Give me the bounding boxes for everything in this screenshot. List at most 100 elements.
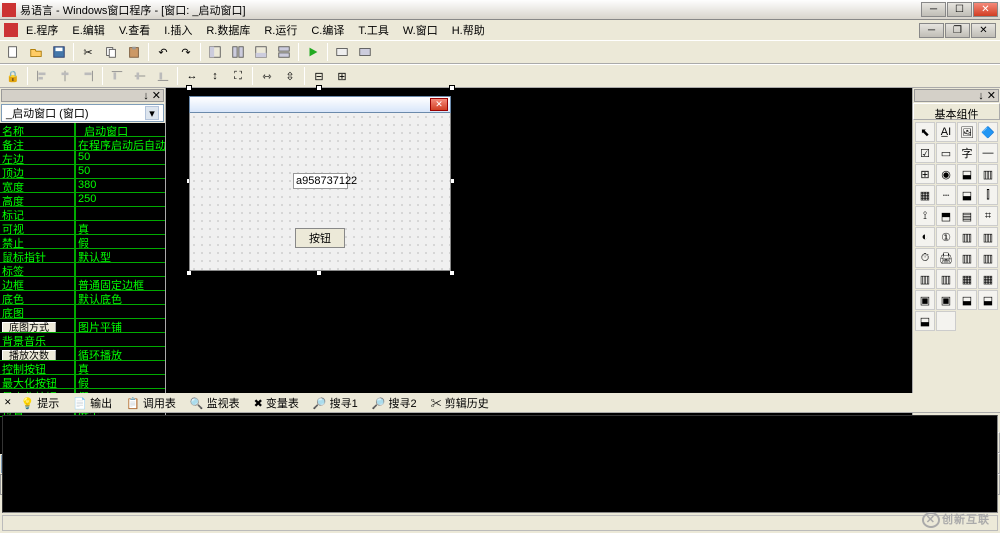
property-row[interactable]: 底色默认底色	[0, 291, 165, 305]
close-button[interactable]: ✕	[973, 2, 998, 17]
same-height-icon[interactable]: ↕	[204, 66, 226, 86]
palette-component-icon[interactable]: ▥	[957, 248, 977, 268]
property-row[interactable]: 底图	[0, 305, 165, 319]
palette-component-icon[interactable]: ▤	[957, 206, 977, 226]
menu-program[interactable]: E.程序	[20, 20, 64, 40]
property-value[interactable]: 50	[75, 151, 165, 165]
property-value[interactable]	[75, 263, 165, 277]
tab-hint[interactable]: 💡 提示	[16, 393, 65, 413]
tab-watch[interactable]: 🔍 监视表	[185, 393, 245, 413]
toggle1-icon[interactable]	[331, 42, 353, 62]
layout1-icon[interactable]	[204, 42, 226, 62]
property-value[interactable]: 假	[75, 375, 165, 389]
property-row[interactable]: 标签	[0, 263, 165, 277]
palette-component-icon[interactable]: ▥	[915, 269, 935, 289]
property-value[interactable]: 普通固定边框	[75, 277, 165, 291]
property-value[interactable]: 真	[75, 361, 165, 375]
menu-view[interactable]: V.查看	[113, 20, 156, 40]
palette-component-icon[interactable]: ⌗	[978, 206, 998, 226]
copy-icon[interactable]	[100, 42, 122, 62]
maximize-button[interactable]: ☐	[947, 2, 972, 17]
layout4-icon[interactable]	[273, 42, 295, 62]
horizontal-scrollbar[interactable]	[2, 515, 998, 531]
undo-icon[interactable]: ↶	[152, 42, 174, 62]
palette-component-icon[interactable]: ⬒	[936, 206, 956, 226]
menu-help[interactable]: H.帮助	[446, 20, 491, 40]
run-icon[interactable]	[302, 42, 324, 62]
palette-component-icon[interactable]: ⟟	[915, 206, 935, 226]
save-file-icon[interactable]	[48, 42, 70, 62]
property-row[interactable]: 可视真	[0, 221, 165, 235]
palette-component-icon[interactable]: —	[978, 143, 998, 163]
toggle2-icon[interactable]	[354, 42, 376, 62]
property-row[interactable]: 播放次数循环播放	[0, 347, 165, 361]
panel-close-icon[interactable]: ↓ ✕	[143, 89, 161, 102]
center-v-icon[interactable]: ⊞	[331, 66, 353, 86]
property-button[interactable]: 底图方式	[2, 322, 56, 333]
layout2-icon[interactable]	[227, 42, 249, 62]
palette-component-icon[interactable]: ▦	[915, 185, 935, 205]
align-bottom-icon[interactable]	[152, 66, 174, 86]
designed-button[interactable]: 按钮	[295, 228, 345, 248]
palette-component-icon[interactable]: 🖨	[936, 248, 956, 268]
property-row[interactable]: 最大化按钮假	[0, 375, 165, 389]
align-left-icon[interactable]	[31, 66, 53, 86]
resize-handle[interactable]	[186, 85, 192, 91]
palette-component-icon[interactable]: ▥	[978, 164, 998, 184]
palette-component-icon[interactable]: ⏱	[915, 248, 935, 268]
palette-component-icon[interactable]: ▥	[936, 269, 956, 289]
property-row[interactable]: 鼠标指针默认型	[0, 249, 165, 263]
lock-icon[interactable]: 🔒	[2, 66, 24, 86]
palette-component-icon[interactable]: ▥	[957, 227, 977, 247]
palette-component-icon[interactable]: ⊞	[915, 164, 935, 184]
property-value[interactable]: 默认底色	[75, 291, 165, 305]
property-value[interactable]: 默认型	[75, 249, 165, 263]
palette-component-icon[interactable]: A̲I	[936, 122, 956, 142]
property-value[interactable]	[75, 333, 165, 347]
property-row[interactable]: 边框普通固定边框	[0, 277, 165, 291]
tab-search1[interactable]: 🔎 搜寻1	[308, 393, 363, 413]
palette-component-icon[interactable]: ▣	[915, 290, 935, 310]
center-h-icon[interactable]: ⊟	[308, 66, 330, 86]
palette-component-icon[interactable]: 字	[957, 143, 977, 163]
property-value[interactable]: 图片平铺	[75, 319, 165, 333]
layout3-icon[interactable]	[250, 42, 272, 62]
property-value[interactable]	[75, 207, 165, 221]
palette-component-icon[interactable]: ⬓	[957, 185, 977, 205]
mdi-restore-button[interactable]: ❐	[945, 23, 970, 38]
open-file-icon[interactable]	[25, 42, 47, 62]
object-selector[interactable]: _启动窗口 (窗口) ▾	[1, 104, 164, 122]
palette-component-icon[interactable]: ┄	[936, 185, 956, 205]
tab-call[interactable]: 📋 调用表	[121, 393, 181, 413]
palette-component-icon[interactable]: ⬉	[915, 122, 935, 142]
property-button[interactable]: 播放次数	[2, 350, 56, 361]
palette-component-icon[interactable]: ▥	[978, 248, 998, 268]
same-width-icon[interactable]: ↔	[181, 66, 203, 86]
property-row[interactable]: 名称_启动窗口	[0, 123, 165, 137]
menu-compile[interactable]: C.编译	[305, 20, 350, 40]
property-row[interactable]: 宽度380	[0, 179, 165, 193]
new-file-icon[interactable]	[2, 42, 24, 62]
property-value[interactable]: 250	[75, 193, 165, 207]
property-value[interactable]: 假	[75, 235, 165, 249]
dist-v-icon[interactable]: ⇳	[279, 66, 301, 86]
panel-close-icon[interactable]: ↓ ✕	[978, 89, 996, 102]
palette-component-icon[interactable]: ⫿	[978, 185, 998, 205]
palette-component-icon[interactable]: ⬓	[957, 290, 977, 310]
palette-component-icon[interactable]: 🖼	[957, 122, 977, 142]
menu-window[interactable]: W.窗口	[397, 20, 444, 40]
mdi-minimize-button[interactable]: ─	[919, 23, 944, 38]
align-top-icon[interactable]	[106, 66, 128, 86]
menu-database[interactable]: R.数据库	[200, 20, 256, 40]
palette-component-icon[interactable]: ▦	[957, 269, 977, 289]
palette-component-icon[interactable]: ▥	[978, 227, 998, 247]
redo-icon[interactable]: ↷	[175, 42, 197, 62]
property-value[interactable]	[75, 305, 165, 319]
output-close-icon[interactable]: ✕	[4, 397, 12, 408]
property-row[interactable]: 背景音乐	[0, 333, 165, 347]
tab-vars[interactable]: ✖ 变量表	[249, 393, 304, 413]
designed-window[interactable]: ✕ a958737122 按钮	[189, 96, 451, 271]
property-row[interactable]: 高度250	[0, 193, 165, 207]
palette-component-icon[interactable]: ◉	[936, 164, 956, 184]
palette-component-icon[interactable]: ▦	[978, 269, 998, 289]
